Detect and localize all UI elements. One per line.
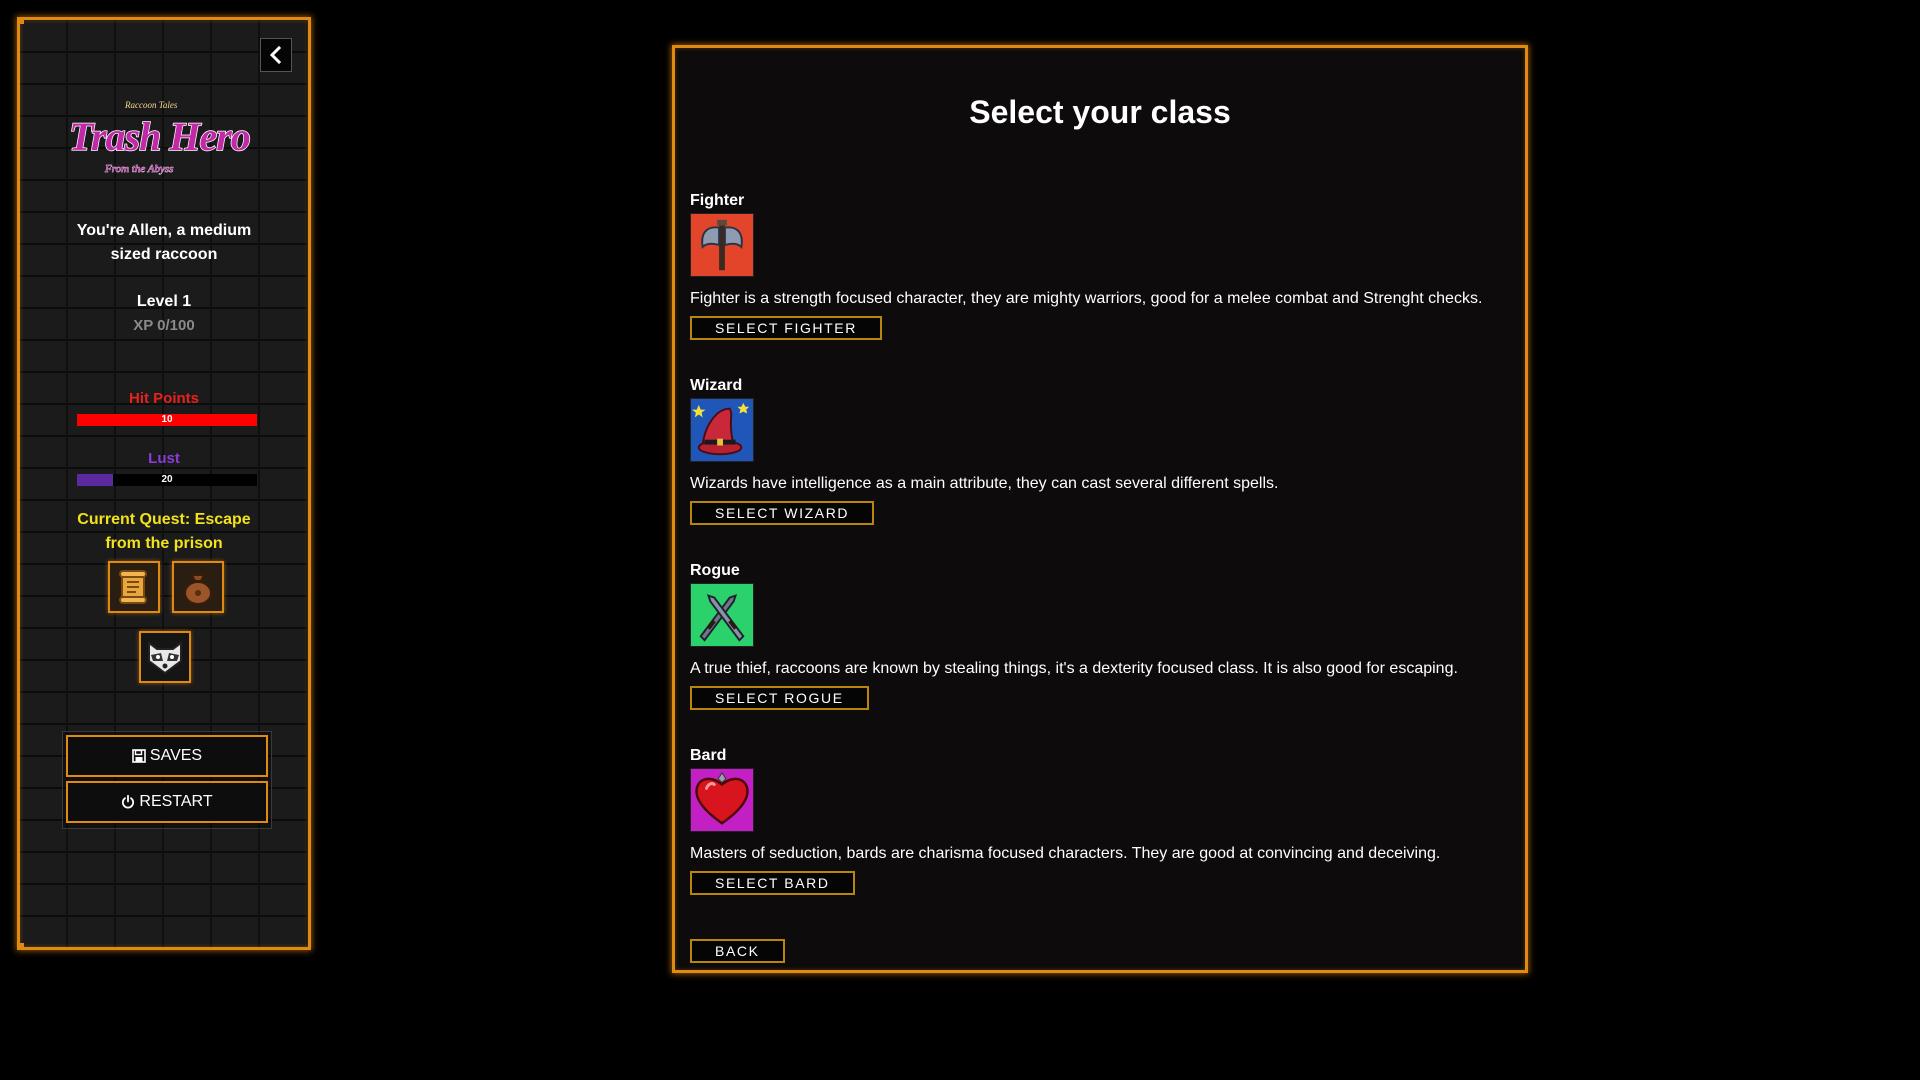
class-description: Masters of seduction, bards are charisma… [690, 845, 1441, 862]
hit-points-bar: 10 [77, 414, 257, 426]
saves-button[interactable]: SAVES [66, 735, 268, 777]
hit-points-label: Hit Points [129, 390, 199, 407]
class-name: Bard [690, 747, 727, 764]
class-name: Wizard [690, 377, 743, 394]
chevron-left-icon [269, 46, 282, 64]
lust-bar: 20 [77, 474, 257, 486]
lust-label: Lust [148, 450, 180, 467]
select-bard-button[interactable]: SELECT BARD [690, 871, 855, 895]
quest-log-button[interactable] [108, 561, 160, 613]
scroll-icon [119, 570, 147, 604]
class-description: A true thief, raccoons are known by stea… [690, 660, 1458, 677]
raccoon-icon [148, 641, 182, 675]
class-option-rogue: Rogue A true thief, raccoons are known b… [690, 561, 1510, 710]
daggers-icon [690, 583, 754, 647]
frame-corner [17, 17, 24, 24]
page-title: Select your class [969, 94, 1231, 130]
heart-icon [690, 768, 754, 832]
inventory-button[interactable] [172, 561, 224, 613]
floppy-icon [132, 749, 146, 763]
hit-points-value: 10 [161, 414, 173, 425]
logo-sub: From the Abyss [104, 163, 173, 175]
collapse-sidebar-button[interactable] [260, 38, 292, 72]
saves-label: SAVES [149, 747, 203, 764]
lust-value: 20 [161, 474, 173, 485]
class-description: Fighter is a strength focused character,… [690, 290, 1483, 307]
back-button[interactable]: BACK [690, 939, 785, 963]
class-option-fighter: Fighter Fighter is a strength focused ch… [690, 191, 1510, 340]
restart-button[interactable]: RESTART [66, 781, 268, 823]
power-icon [122, 795, 135, 809]
restart-label: RESTART [139, 793, 213, 810]
class-description: Wizards have intelligence as a main attr… [690, 475, 1279, 492]
select-wizard-button[interactable]: SELECT WIZARD [690, 501, 875, 525]
axe-icon [690, 213, 754, 277]
frame-corner [17, 943, 24, 950]
logo-small-top: Raccoon Tales [124, 100, 178, 110]
game-logo: Raccoon Tales Trash Hero From the Abyss [68, 100, 251, 175]
current-quest: Current Quest: Escape from the prison [77, 511, 251, 552]
wizard-hat-icon [690, 398, 754, 462]
bag-icon [184, 574, 212, 605]
level-text: Level 1 [136, 293, 192, 310]
sidebar: Raccoon Tales Trash Hero From the Abyss … [17, 17, 311, 950]
class-name: Rogue [690, 562, 740, 579]
character-button[interactable] [139, 631, 191, 683]
menu-box: SAVES RESTART [62, 731, 272, 829]
select-rogue-button[interactable]: SELECT ROGUE [690, 686, 869, 710]
character-intro: You're Allen, a medium sized raccoon [76, 222, 252, 263]
select-fighter-button[interactable]: SELECT FIGHTER [690, 316, 882, 340]
class-name: Fighter [690, 192, 745, 209]
xp-text: XP 0/100 [133, 317, 195, 334]
class-option-wizard: Wizard Wizards have intelligence as a ma… [690, 376, 1510, 525]
logo-main: Trash Hero [69, 114, 250, 159]
class-selection-panel: Select your class Fighter Fighter is a s… [672, 45, 1528, 973]
class-option-bard: Bard Masters of seduction, bards are cha… [690, 746, 1510, 895]
